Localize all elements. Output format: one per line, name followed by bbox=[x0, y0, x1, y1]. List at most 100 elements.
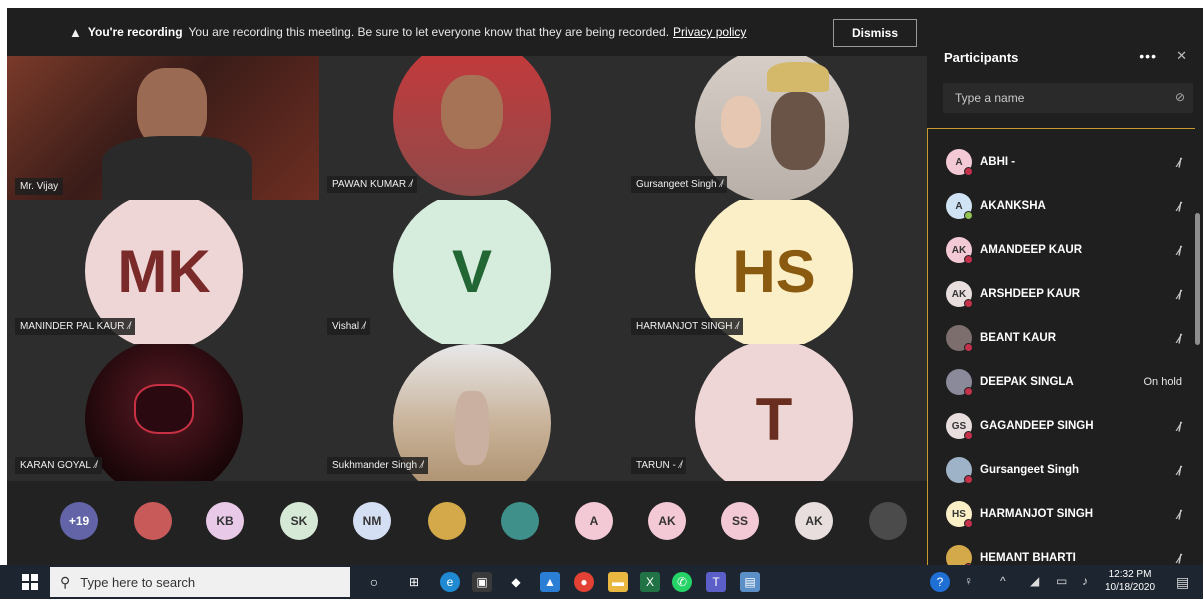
participant-nametag: HARMANJOT SINGH ⁄̸ bbox=[631, 318, 744, 335]
avatar: A bbox=[946, 193, 973, 220]
mic-off-icon: ⁄̸ bbox=[1177, 506, 1180, 522]
participant-row[interactable]: A ABHI - ⁄̸ bbox=[946, 148, 1186, 176]
strip-avatar[interactable]: AK bbox=[648, 502, 686, 540]
strip-avatar[interactable] bbox=[134, 502, 172, 540]
participant-row[interactable]: AK ARSHDEEP KAUR ⁄̸ bbox=[946, 280, 1186, 308]
mic-off-icon: ⁄̸ bbox=[1177, 154, 1180, 170]
photos-icon[interactable]: ▲ bbox=[540, 572, 560, 592]
speaker-icon[interactable]: ♪ bbox=[1082, 574, 1088, 588]
strip-avatar[interactable]: SS bbox=[721, 502, 759, 540]
participant-row[interactable]: BEANT KAUR ⁄̸ bbox=[946, 324, 1186, 352]
edge-icon[interactable]: e bbox=[440, 572, 460, 592]
video-tile[interactable]: MK MANINDER PAL KAUR ⁄̸ bbox=[7, 200, 319, 344]
status-dot bbox=[964, 387, 973, 396]
chrome-icon[interactable]: ● bbox=[574, 572, 594, 592]
participant-name: Sukhmander Singh bbox=[332, 460, 418, 471]
participant-name: ABHI - bbox=[980, 156, 1016, 168]
strip-avatar[interactable]: A bbox=[575, 502, 613, 540]
avatar: AK bbox=[946, 281, 973, 308]
help-icon[interactable]: ? bbox=[930, 572, 950, 592]
status-dot bbox=[964, 431, 973, 440]
mic-off-icon: ⁄̸ bbox=[94, 460, 97, 471]
avatar-figure bbox=[455, 391, 489, 465]
participant-search-input[interactable]: Type a name ⊘ bbox=[943, 83, 1193, 113]
video-tile[interactable]: KARAN GOYAL ⁄̸ bbox=[7, 344, 319, 481]
mic-off-icon: ⁄̸ bbox=[410, 179, 412, 190]
strip-avatar[interactable] bbox=[869, 502, 907, 540]
participant-name: GAGANDEEP SINGH bbox=[980, 420, 1094, 432]
strip-avatar[interactable]: NM bbox=[353, 502, 391, 540]
status-dot bbox=[964, 299, 973, 308]
store-icon[interactable]: ▣ bbox=[472, 572, 492, 592]
chevron-up-icon[interactable]: ^ bbox=[1000, 574, 1006, 588]
meeting-stage: ▲ You're recording You are recording thi… bbox=[7, 8, 927, 565]
system-clock[interactable]: 12:32 PM 10/18/2020 bbox=[1105, 568, 1155, 594]
app-icon[interactable]: ▤ bbox=[740, 572, 760, 592]
participant-row[interactable]: HEMANT BHARTI ⁄̸ bbox=[946, 544, 1186, 565]
file-explorer-icon[interactable]: ▬ bbox=[608, 572, 628, 592]
status-dot bbox=[964, 255, 973, 264]
mic-off-icon: ⁄̸ bbox=[363, 321, 365, 332]
participant-row[interactable]: DEEPAK SINGLA On hold bbox=[946, 368, 1186, 396]
video-tile[interactable]: HS HARMANJOT SINGH ⁄̸ bbox=[623, 200, 927, 344]
participant-name: Mr. Vijay bbox=[20, 181, 59, 192]
participant-row[interactable]: Gursangeet Singh ⁄̸ bbox=[946, 456, 1186, 484]
video-tile[interactable]: Mr. Vijay bbox=[7, 56, 319, 200]
participant-nametag: TARUN - ⁄̸ bbox=[631, 457, 687, 474]
mic-off-icon: ⁄̸ bbox=[679, 460, 682, 471]
participant-nametag: Vishal ⁄̸ bbox=[327, 318, 370, 335]
mic-off-icon: ⁄̸ bbox=[1177, 198, 1180, 214]
avatar-face bbox=[134, 384, 194, 434]
close-icon[interactable]: ✕ bbox=[1176, 48, 1187, 64]
whatsapp-icon[interactable]: ✆ bbox=[672, 572, 692, 592]
participant-row[interactable]: GS GAGANDEEP SINGH ⁄̸ bbox=[946, 412, 1186, 440]
more-participants-button[interactable]: +19 bbox=[60, 502, 98, 540]
mic-off-icon: ⁄̸ bbox=[1177, 330, 1180, 346]
participant-name: AMANDEEP KAUR bbox=[980, 244, 1083, 256]
panel-title: Participants bbox=[944, 50, 1019, 65]
people-icon[interactable]: ♀ bbox=[964, 574, 973, 588]
participant-list-scrollbar[interactable] bbox=[1195, 213, 1200, 345]
participant-list: A ABHI - ⁄̸ A AKANKSHA ⁄̸ AK AMANDEEP KA… bbox=[927, 128, 1195, 565]
windows-taskbar: ⚲ Type here to search ○ ⊞ e ▣ ◆ ▲ ● ▬ X … bbox=[0, 565, 1203, 599]
mic-off-icon: ⁄̸ bbox=[720, 179, 723, 190]
mic-off-icon: ⁄̸ bbox=[1177, 550, 1180, 566]
strip-avatar[interactable]: KB bbox=[206, 502, 244, 540]
mic-off-icon: ⁄̸ bbox=[736, 321, 739, 332]
excel-icon[interactable]: X bbox=[640, 572, 660, 592]
avatar bbox=[393, 56, 551, 196]
status-dot bbox=[964, 519, 973, 528]
avatar: HS bbox=[946, 501, 973, 528]
task-view-icon[interactable]: ⊞ bbox=[404, 572, 424, 592]
turban bbox=[767, 62, 829, 92]
notifications-icon[interactable]: ▤ bbox=[1176, 574, 1189, 591]
participant-name: KARAN GOYAL bbox=[20, 460, 91, 471]
video-tile[interactable]: PAWAN KUMAR ⁄̸ bbox=[319, 56, 623, 200]
video-tile[interactable]: Sukhmander Singh ⁄̸ bbox=[319, 344, 623, 481]
dropbox-icon[interactable]: ◆ bbox=[506, 572, 526, 592]
video-tile[interactable]: Gursangeet Singh ⁄̸ bbox=[623, 56, 927, 200]
privacy-policy-link[interactable]: Privacy policy bbox=[673, 25, 746, 39]
participant-row[interactable]: AK AMANDEEP KAUR ⁄̸ bbox=[946, 236, 1186, 264]
strip-avatar[interactable]: SK bbox=[280, 502, 318, 540]
video-tile[interactable]: V Vishal ⁄̸ bbox=[319, 200, 623, 344]
participant-row[interactable]: HS HARMANJOT SINGH ⁄̸ bbox=[946, 500, 1186, 528]
participant-nametag: Mr. Vijay bbox=[15, 178, 64, 195]
strip-avatar[interactable] bbox=[428, 502, 466, 540]
avatar-initials: T bbox=[695, 344, 853, 481]
participant-name: ARSHDEEP KAUR bbox=[980, 288, 1081, 300]
battery-icon[interactable]: ▭ bbox=[1056, 574, 1067, 588]
dismiss-button[interactable]: Dismiss bbox=[833, 19, 917, 47]
teams-icon[interactable]: T bbox=[706, 572, 726, 592]
network-icon[interactable]: ◢ bbox=[1030, 574, 1039, 588]
share-invite-icon[interactable]: ⊘ bbox=[1175, 90, 1185, 104]
strip-avatar[interactable]: AK bbox=[795, 502, 833, 540]
video-tile[interactable]: T TARUN - ⁄̸ bbox=[623, 344, 927, 481]
participant-row[interactable]: A AKANKSHA ⁄̸ bbox=[946, 192, 1186, 220]
mic-off-icon: ⁄̸ bbox=[1177, 418, 1180, 434]
more-options-icon[interactable]: ••• bbox=[1139, 48, 1157, 64]
strip-avatar[interactable] bbox=[501, 502, 539, 540]
windows-start-icon[interactable] bbox=[22, 574, 38, 590]
taskbar-search-input[interactable]: ⚲ Type here to search bbox=[50, 567, 350, 597]
cortana-icon[interactable]: ○ bbox=[364, 572, 384, 592]
